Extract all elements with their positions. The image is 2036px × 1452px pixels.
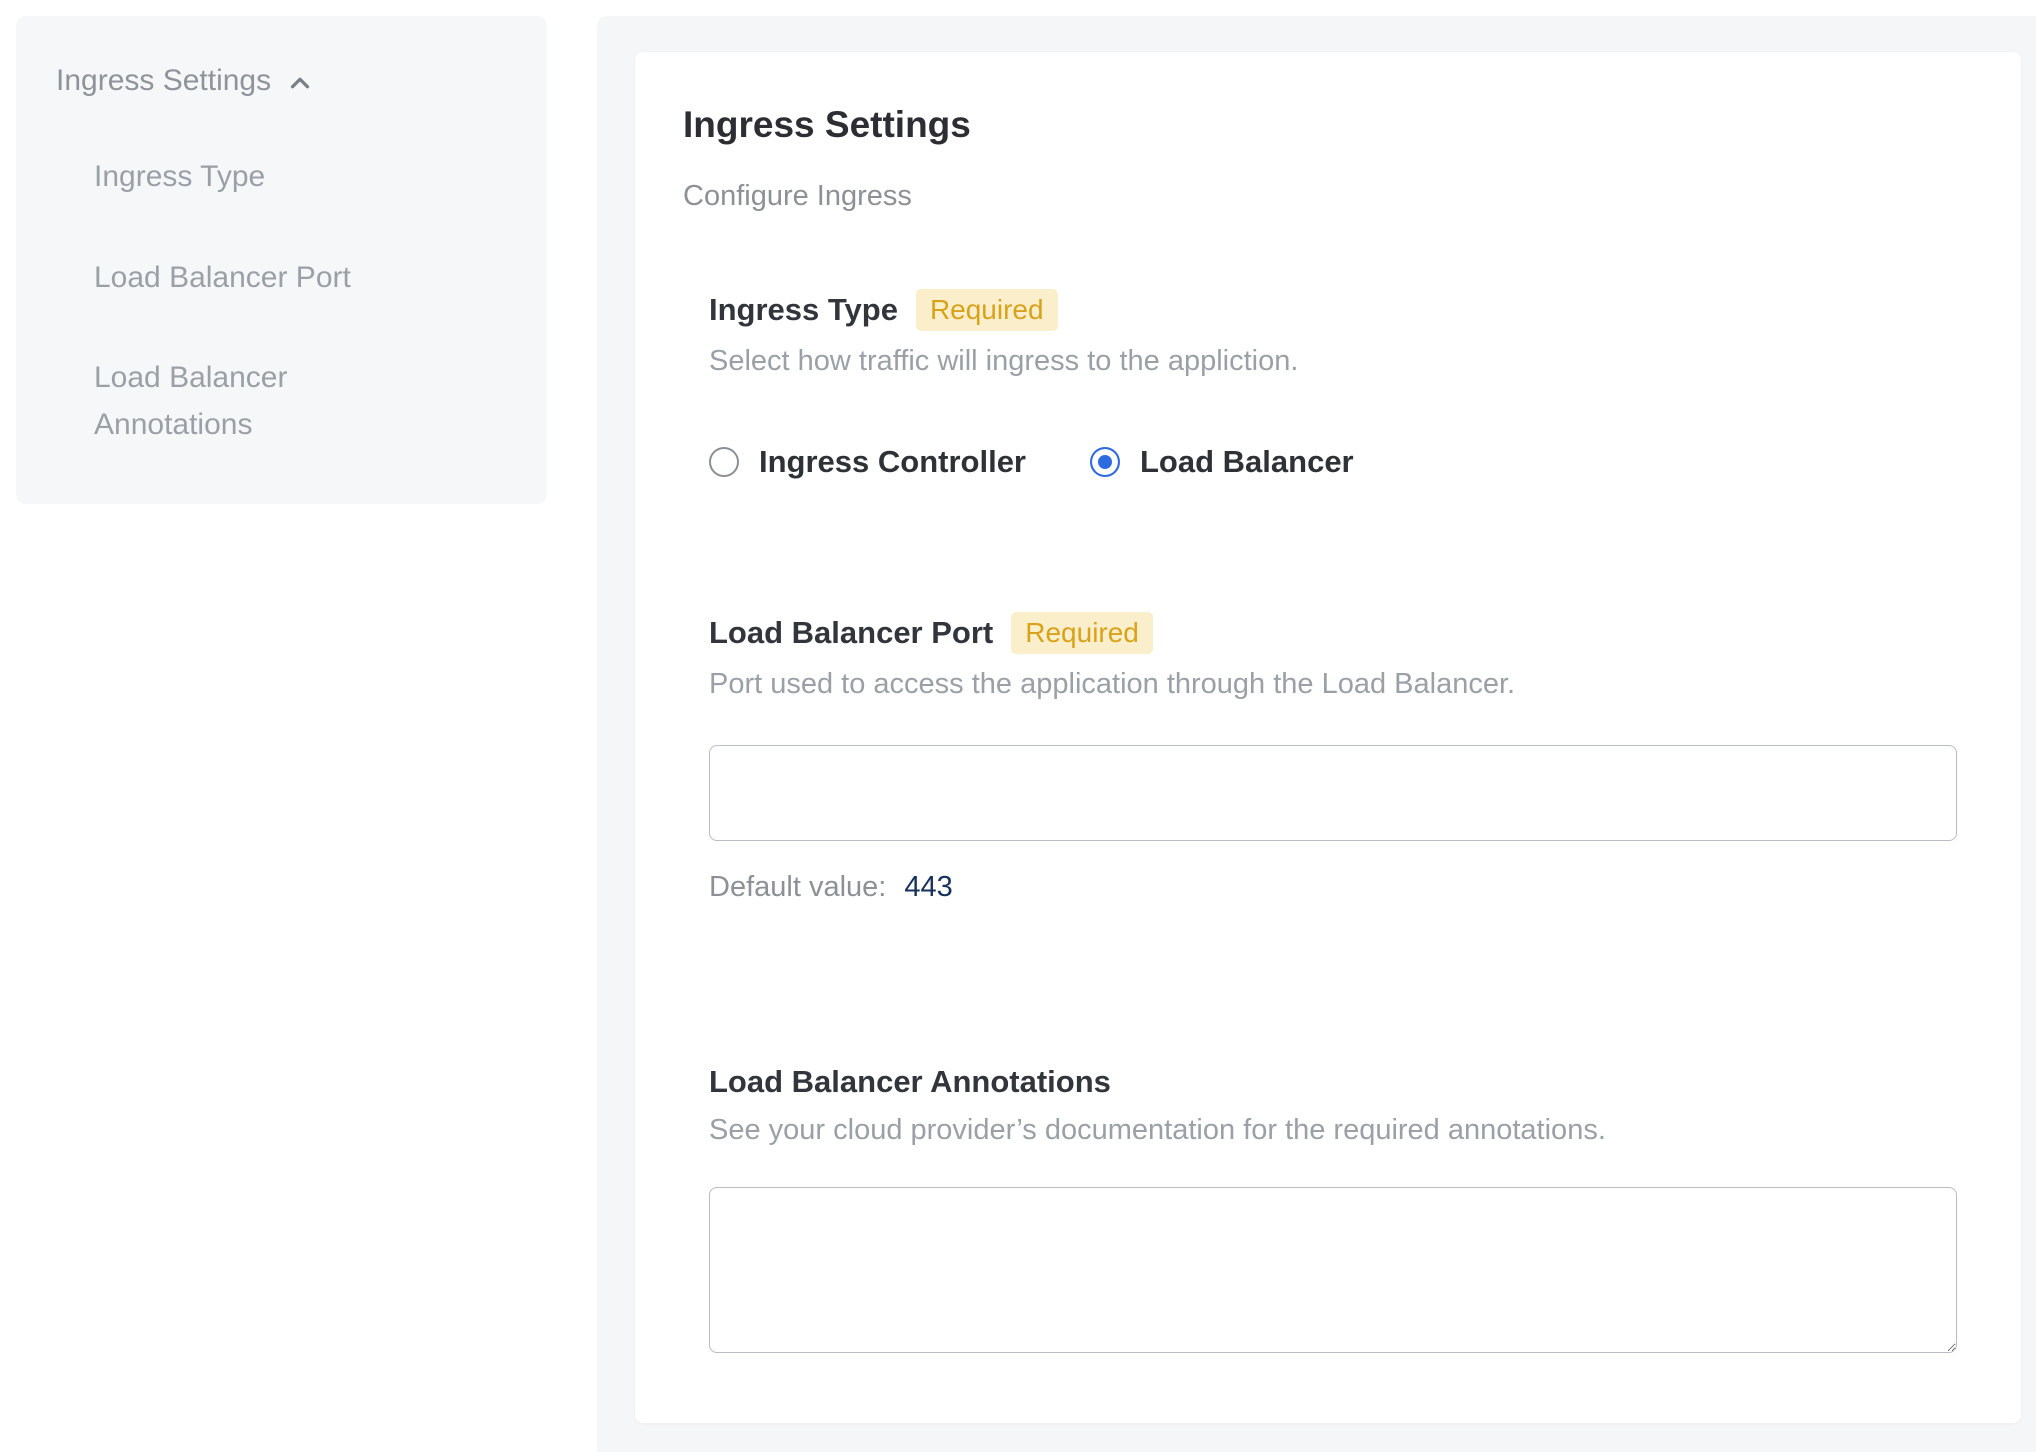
card-subtitle: Configure Ingress xyxy=(683,180,1957,213)
radio-label: Ingress Controller xyxy=(759,444,1026,480)
config-page: Ingress Settings Ingress Type Load Balan… xyxy=(0,0,2036,1452)
required-badge: Required xyxy=(916,289,1058,331)
sidebar-group-ingress-settings[interactable]: Ingress Settings xyxy=(56,64,507,98)
ingress-type-label: Ingress Type xyxy=(709,292,898,328)
radio-button-icon xyxy=(709,447,739,477)
chevron-up-icon xyxy=(285,68,315,98)
config-sidebar: Ingress Settings Ingress Type Load Balan… xyxy=(16,16,547,504)
radio-label: Load Balancer xyxy=(1140,444,1354,480)
sidebar-group-label: Ingress Settings xyxy=(56,64,271,98)
sidebar-item-load-balancer-port[interactable]: Load Balancer Port xyxy=(56,255,406,302)
load-balancer-port-input[interactable] xyxy=(709,745,1957,841)
main-panel: Ingress Settings Configure Ingress Ingre… xyxy=(597,16,2036,1452)
required-badge: Required xyxy=(1011,612,1153,654)
default-value-row: Default value: 443 xyxy=(709,871,1957,904)
load-balancer-annotations-help: See your cloud provider’s documentation … xyxy=(709,1114,1957,1147)
field-load-balancer-port: Load Balancer Port Required Port used to… xyxy=(683,612,1957,904)
field-load-balancer-annotations: Load Balancer Annotations See your cloud… xyxy=(683,1064,1957,1353)
radio-option-ingress-controller[interactable]: Ingress Controller xyxy=(709,444,1026,480)
radio-button-icon xyxy=(1090,447,1120,477)
ingress-type-radio-group: Ingress Controller Load Balancer xyxy=(709,444,1957,480)
default-value: 443 xyxy=(904,871,952,903)
ingress-settings-card: Ingress Settings Configure Ingress Ingre… xyxy=(635,52,2021,1423)
field-ingress-type: Ingress Type Required Select how traffic… xyxy=(683,289,1957,480)
default-value-label: Default value: xyxy=(709,871,886,903)
load-balancer-annotations-textarea[interactable] xyxy=(709,1187,1957,1353)
load-balancer-annotations-label: Load Balancer Annotations xyxy=(709,1064,1111,1100)
sidebar-item-load-balancer-annotations[interactable]: Load Balancer Annotations xyxy=(56,355,406,448)
sidebar-item-ingress-type[interactable]: Ingress Type xyxy=(56,154,406,201)
ingress-type-help: Select how traffic will ingress to the a… xyxy=(709,345,1957,378)
card-title: Ingress Settings xyxy=(683,104,1957,146)
load-balancer-port-help: Port used to access the application thro… xyxy=(709,668,1957,701)
load-balancer-port-label: Load Balancer Port xyxy=(709,615,993,651)
radio-option-load-balancer[interactable]: Load Balancer xyxy=(1090,444,1354,480)
